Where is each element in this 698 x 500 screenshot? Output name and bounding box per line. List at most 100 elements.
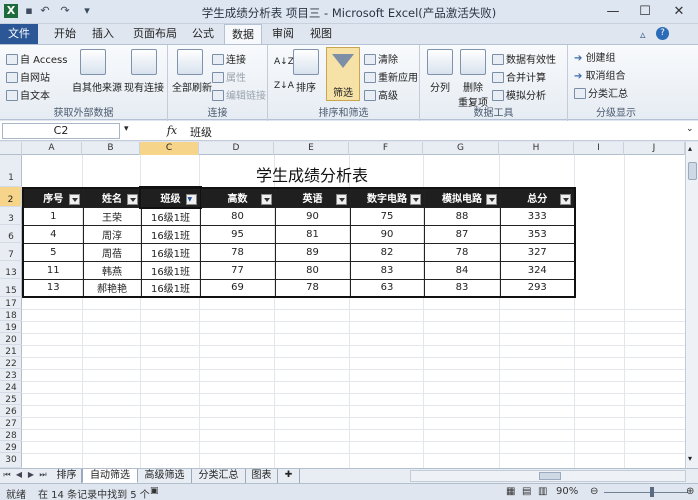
cell[interactable]: 韩燕 xyxy=(82,260,142,280)
reapply-button[interactable]: 重新应用 xyxy=(364,69,418,84)
header-cell-total[interactable]: 总分 xyxy=(499,187,576,208)
header-cell-math[interactable]: 高数 xyxy=(199,187,276,208)
cell[interactable]: 16级1班 xyxy=(140,278,201,298)
column-header[interactable]: D xyxy=(199,142,274,155)
cell[interactable]: 16级1班 xyxy=(140,260,201,280)
filter-button[interactable]: 筛选 xyxy=(326,47,360,101)
cell[interactable]: 5 xyxy=(22,242,84,262)
sheet-title[interactable]: 学生成绩分析表 xyxy=(200,162,424,186)
cell[interactable]: 4 xyxy=(22,224,84,244)
tab-file[interactable]: 文件 xyxy=(0,24,38,44)
row-header[interactable]: 7 xyxy=(0,243,22,261)
row-header[interactable]: 15 xyxy=(0,279,22,297)
header-cell-name[interactable]: 姓名 xyxy=(82,187,142,208)
help-icon[interactable]: ? xyxy=(656,27,669,40)
row-header[interactable]: 2 xyxy=(0,187,22,207)
filter-dropdown-icon[interactable] xyxy=(409,194,421,205)
filter-active-icon[interactable] xyxy=(185,194,197,205)
clear-filter-button[interactable]: 清除 xyxy=(364,51,398,66)
cell[interactable]: 16级1班 xyxy=(140,206,201,226)
column-header[interactable]: G xyxy=(423,142,499,155)
tab-insert[interactable]: 插入 xyxy=(86,24,120,44)
cell[interactable]: 11 xyxy=(22,260,84,280)
cell[interactable]: 90 xyxy=(349,224,425,244)
group-button[interactable]: ➔ 创建组 xyxy=(574,49,616,64)
advanced-filter-button[interactable]: 高级 xyxy=(364,87,398,102)
cell[interactable]: 88 xyxy=(423,206,501,226)
header-cell-analog[interactable]: 模拟电路 xyxy=(423,187,501,208)
cell[interactable]: 王荣 xyxy=(82,206,142,226)
cell[interactable]: 90 xyxy=(274,206,351,226)
sheet-tab[interactable]: 分类汇总 xyxy=(192,469,246,483)
row-header[interactable]: 3 xyxy=(0,207,22,225)
page-layout-view-icon[interactable]: ▤ xyxy=(522,486,531,497)
cell[interactable]: 87 xyxy=(423,224,501,244)
cell[interactable]: 郝艳艳 xyxy=(82,278,142,298)
insert-function-icon[interactable]: fx xyxy=(164,123,180,139)
zoom-slider[interactable] xyxy=(604,492,688,493)
row-header[interactable]: 1 xyxy=(0,155,22,187)
zoom-in-icon[interactable]: ⊕ xyxy=(686,486,694,497)
normal-view-icon[interactable]: ▦ xyxy=(506,486,515,497)
tab-view[interactable]: 视图 xyxy=(304,24,338,44)
cell[interactable]: 69 xyxy=(199,278,276,298)
sheet-tab[interactable]: 排序 xyxy=(52,469,82,483)
column-header[interactable]: F xyxy=(349,142,423,155)
from-access-button[interactable]: 自 Access xyxy=(6,51,67,66)
cell[interactable]: 周蓓 xyxy=(82,242,142,262)
remove-duplicates-button[interactable]: 删除 重复项 xyxy=(456,49,490,109)
next-sheet-icon[interactable]: ▶ xyxy=(26,470,36,479)
row-header[interactable]: 24 xyxy=(0,381,22,393)
ribbon-minimize-icon[interactable]: ▵ xyxy=(640,28,646,41)
sheet-tab-active[interactable]: 自动筛选 xyxy=(82,469,138,483)
cell[interactable]: 16级1班 xyxy=(140,242,201,262)
header-cell-english[interactable]: 英语 xyxy=(274,187,351,208)
prev-sheet-icon[interactable]: ◀ xyxy=(14,470,24,479)
subtotal-button[interactable]: 分类汇总 xyxy=(574,85,628,100)
row-header[interactable]: 18 xyxy=(0,309,22,321)
cell[interactable]: 95 xyxy=(199,224,276,244)
cell[interactable]: 293 xyxy=(499,278,576,298)
cell[interactable]: 324 xyxy=(499,260,576,280)
cell[interactable]: 84 xyxy=(423,260,501,280)
name-box-dropdown-icon[interactable]: ▾ xyxy=(124,124,129,134)
data-table[interactable]: 序号 姓名 班级 高数 英语 数字电路 模拟电路 总分 1王荣16级1班8090… xyxy=(22,186,576,298)
from-other-sources-button[interactable]: 自其他来源 xyxy=(72,49,122,94)
row-header[interactable]: 26 xyxy=(0,405,22,417)
minimize-button[interactable]: — xyxy=(598,2,628,21)
cell[interactable]: 333 xyxy=(499,206,576,226)
cell[interactable]: 75 xyxy=(349,206,425,226)
row-header[interactable]: 21 xyxy=(0,345,22,357)
cell[interactable]: 77 xyxy=(199,260,276,280)
existing-connections-button[interactable]: 现有连接 xyxy=(124,49,164,94)
select-all-corner[interactable] xyxy=(0,142,22,155)
tab-data[interactable]: 数据 xyxy=(224,24,262,45)
from-text-button[interactable]: 自文本 xyxy=(6,87,50,102)
cell[interactable]: 82 xyxy=(349,242,425,262)
filter-dropdown-icon[interactable] xyxy=(260,194,272,205)
column-header[interactable]: A xyxy=(22,142,82,155)
properties-button[interactable]: 属性 xyxy=(212,69,246,84)
text-to-columns-button[interactable]: 分列 xyxy=(426,49,454,94)
cell[interactable]: 1 xyxy=(22,206,84,226)
row-header[interactable]: 17 xyxy=(0,297,22,309)
scroll-up-icon[interactable]: ▴ xyxy=(688,144,692,153)
sheet-tab[interactable]: 图表 xyxy=(246,469,278,483)
last-sheet-icon[interactable]: ⏭ xyxy=(38,470,48,480)
consolidate-button[interactable]: 合并计算 xyxy=(492,69,546,84)
cell[interactable]: 80 xyxy=(274,260,351,280)
worksheet-grid[interactable]: A B C D E F G H I J 1 2 3 6 7 13 15 17 1… xyxy=(0,142,685,468)
cell[interactable]: 89 xyxy=(274,242,351,262)
data-validation-button[interactable]: 数据有效性 xyxy=(492,51,556,66)
header-cell-digital[interactable]: 数字电路 xyxy=(349,187,425,208)
sort-asc-button[interactable]: A↓Z xyxy=(274,57,294,67)
header-cell-class[interactable]: 班级 xyxy=(139,186,202,209)
row-header[interactable]: 6 xyxy=(0,225,22,243)
column-header[interactable]: J xyxy=(624,142,685,155)
cell[interactable]: 353 xyxy=(499,224,576,244)
header-cell-id[interactable]: 序号 xyxy=(22,187,84,208)
column-header[interactable]: I xyxy=(574,142,624,155)
cell[interactable]: 78 xyxy=(199,242,276,262)
row-header[interactable]: 19 xyxy=(0,321,22,333)
from-web-button[interactable]: 自网站 xyxy=(6,69,50,84)
